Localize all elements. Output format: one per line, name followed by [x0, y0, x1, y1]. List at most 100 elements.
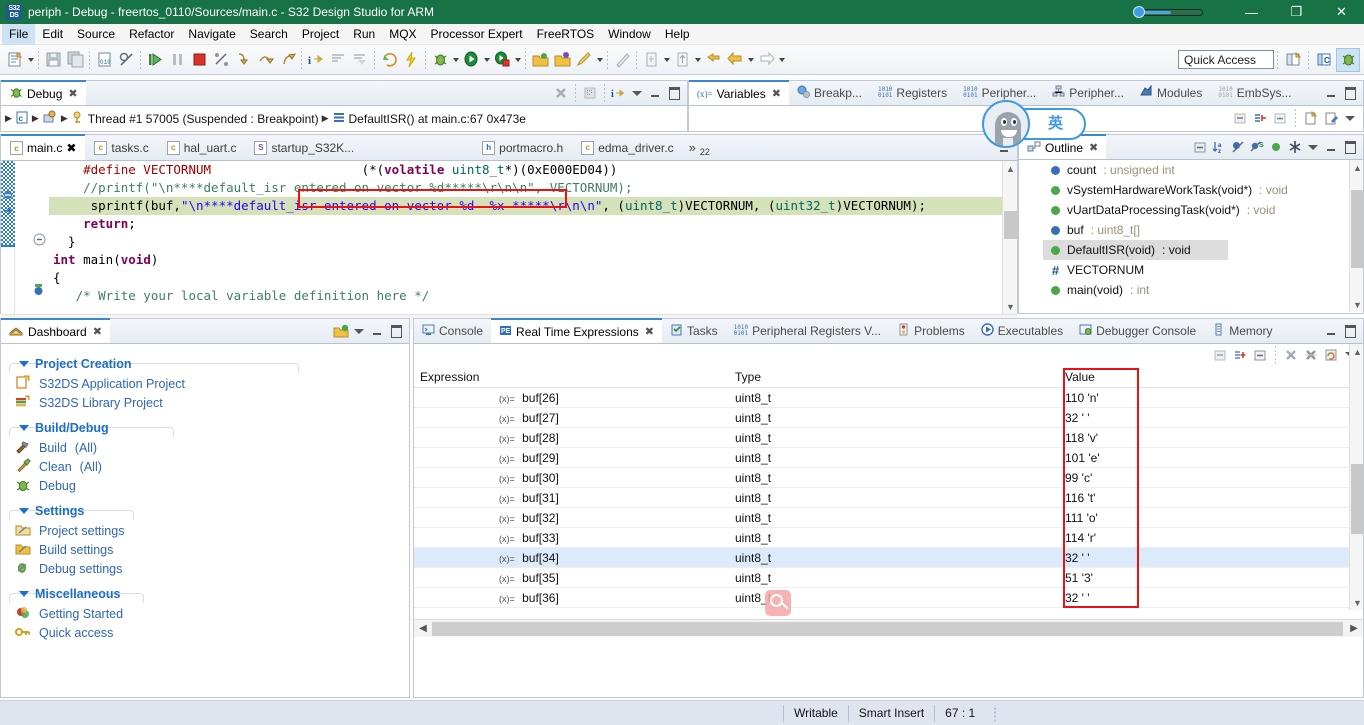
editor-gutter[interactable]	[15, 161, 49, 314]
menu-window[interactable]: Window	[601, 24, 658, 45]
tab-real-time-expressions[interactable]: PE Real Time Expressions ✖	[491, 318, 662, 343]
suspend-icon[interactable]	[166, 48, 188, 72]
external-tools-dropdown-icon[interactable]	[513, 48, 522, 72]
dashboard-item-debug-settings[interactable]: Debug settings	[1, 559, 409, 578]
editor-overview-ruler[interactable]	[1, 161, 15, 314]
drop-to-frame-icon[interactable]	[349, 48, 371, 72]
view-menu-icon[interactable]	[582, 85, 598, 101]
step-over-icon[interactable]	[254, 48, 276, 72]
view-menu-arrow-icon[interactable]	[630, 85, 644, 101]
hide-static-icon[interactable]: S	[1249, 139, 1265, 155]
slider-knob[interactable]	[1133, 6, 1145, 18]
back-icon[interactable]	[724, 48, 746, 72]
dashboard-item-getting-started[interactable]: Getting Started	[1, 604, 409, 623]
open-project-icon[interactable]	[333, 323, 349, 339]
scrollbar-thumb[interactable]	[432, 621, 1343, 636]
chevron-down-icon[interactable]	[19, 591, 29, 597]
column-header-value[interactable]: Value	[1059, 370, 1359, 384]
minimize-view-button[interactable]	[1323, 139, 1339, 155]
dashboard-item-quick-access[interactable]: Quick access	[1, 623, 409, 642]
save-all-icon[interactable]	[64, 48, 86, 72]
table-row[interactable]: (x)= buf[32] uint8_t 111 'o'	[414, 508, 1363, 528]
last-edit-location-icon[interactable]	[702, 48, 724, 72]
view-menu-arrow-icon[interactable]	[1306, 139, 1320, 155]
save-icon[interactable]	[42, 48, 64, 72]
hide-nonpublic-icon[interactable]	[1287, 139, 1303, 155]
instruction-stepping-icon[interactable]: i	[611, 85, 627, 101]
dashboard-item-build-settings[interactable]: Build settings	[1, 540, 409, 559]
tab-variables[interactable]: (x)= Variables ✖	[689, 80, 789, 105]
dashboard-item-s32ds-application-project[interactable]: S32DS Application Project	[1, 374, 409, 393]
editor-tab-tasks-c[interactable]: c tasks.c	[85, 135, 157, 160]
close-icon[interactable]: ✖	[645, 325, 654, 338]
outline-item-vuartdataprocessingtask[interactable]: vUartDataProcessingTask(void*) : void	[1019, 200, 1363, 220]
section-header[interactable]: Build/Debug	[9, 418, 409, 438]
tab-peripheral-registers[interactable]: 1010 0101 Peripheral Registers V...	[726, 319, 889, 343]
scroll-up-icon[interactable]: ▲	[1003, 161, 1018, 176]
dashboard-item-clean[interactable]: Clean (All)	[1, 457, 409, 476]
table-row[interactable]: (x)= buf[27] uint8_t 32 ' '	[414, 408, 1363, 428]
run-icon[interactable]	[460, 48, 482, 72]
minimize-view-button[interactable]	[369, 323, 385, 339]
debug-stack-row[interactable]: ▶ c ▶ ▶ Thread #1 57005 (Suspended : Bre…	[1, 106, 687, 131]
menu-processor-expert[interactable]: Processor Expert	[424, 24, 530, 45]
tab-dashboard[interactable]: Dashboard ✖	[1, 318, 110, 343]
outline-item-defaultisr[interactable]: DefaultISR(void) : void	[1043, 240, 1228, 260]
step-into-icon[interactable]	[232, 48, 254, 72]
editor-more-tabs-button[interactable]: » 22	[683, 135, 716, 160]
close-icon[interactable]: ✖	[93, 325, 102, 338]
remove-all-terminated-icon[interactable]	[553, 85, 569, 101]
editor-tab-main-c[interactable]: c main.c ✖	[1, 134, 86, 160]
table-row[interactable]: (x)= buf[33] uint8_t 114 'r'	[414, 528, 1363, 548]
ime-mascot-icon[interactable]	[982, 100, 1030, 148]
section-header[interactable]: Project Creation	[9, 354, 409, 374]
tab-modules[interactable]: Modules	[1132, 81, 1210, 105]
close-icon[interactable]: ✖	[772, 87, 781, 100]
scroll-down-icon[interactable]: ▼	[1003, 299, 1018, 314]
step-return-icon[interactable]	[276, 48, 298, 72]
build-all-icon[interactable]	[400, 48, 422, 72]
editor-tab-startup-s32k[interactable]: S startup_S32K...	[245, 135, 363, 160]
close-button[interactable]: ✕	[1319, 0, 1364, 24]
chevron-down-icon[interactable]	[19, 361, 29, 367]
add-expression-icon[interactable]	[1232, 347, 1248, 363]
tab-debugger-console[interactable]: Debugger Console	[1071, 319, 1204, 343]
outline-item-main[interactable]: main(void) : int	[1019, 280, 1363, 300]
remove-selected-icon[interactable]	[1303, 347, 1319, 363]
rte-horizontal-scrollbar[interactable]: ◀ ▶	[414, 619, 1363, 637]
outline-item-buf[interactable]: buf : uint8_t[]	[1019, 220, 1363, 240]
dashboard-item-s32ds-library-project[interactable]: S32DS Library Project	[1, 393, 409, 412]
skip-breakpoints-icon[interactable]	[115, 48, 137, 72]
remove-all-icon[interactable]	[1283, 347, 1299, 363]
rte-vertical-scrollbar[interactable]: ▲ ▼	[1349, 344, 1363, 610]
scroll-up-icon[interactable]: ▲	[1350, 160, 1364, 175]
tab-memory[interactable]: Memory	[1204, 319, 1280, 343]
tab-debug[interactable]: Debug ✖	[1, 80, 86, 105]
menu-refactor[interactable]: Refactor	[122, 24, 181, 45]
expand-arrow-icon[interactable]: ▶	[322, 113, 329, 124]
titlebar-slider[interactable]	[1133, 6, 1203, 18]
restore-button[interactable]: ❐	[1274, 0, 1319, 24]
maximize-view-button[interactable]	[1342, 85, 1358, 101]
tab-console[interactable]: Console	[414, 319, 491, 343]
open-folder-icon[interactable]	[529, 48, 551, 72]
editor-tab-hal-uart-c[interactable]: c hal_uart.c	[158, 135, 246, 160]
collapse-all-icon[interactable]	[1232, 110, 1248, 126]
maximize-view-button[interactable]	[666, 85, 682, 101]
sort-icon[interactable]: az	[1211, 139, 1227, 155]
menu-project[interactable]: Project	[295, 24, 346, 45]
refresh-icon[interactable]	[1323, 347, 1339, 363]
debug-icon[interactable]	[429, 48, 451, 72]
section-header[interactable]: Settings	[9, 501, 409, 521]
scroll-down-icon[interactable]: ▼	[1350, 297, 1364, 312]
disconnect-icon[interactable]	[210, 48, 232, 72]
scrollbar-thumb[interactable]	[1351, 190, 1363, 268]
perspective-debug[interactable]	[1336, 47, 1360, 72]
menu-run[interactable]: Run	[346, 24, 382, 45]
minimize-view-button[interactable]	[1323, 323, 1339, 339]
next-annotation-icon[interactable]	[640, 48, 662, 72]
chevron-down-icon[interactable]	[19, 425, 29, 431]
collapse-frames-icon[interactable]	[327, 48, 349, 72]
new-c-file-icon[interactable]: 010	[93, 48, 115, 72]
tab-problems[interactable]: Problems	[889, 319, 973, 343]
